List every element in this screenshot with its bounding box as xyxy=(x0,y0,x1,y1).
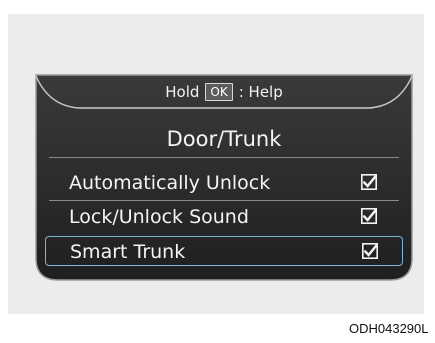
menu-item-automatically-unlock[interactable]: Automatically Unlock xyxy=(45,168,403,198)
ok-key-icon: OK xyxy=(205,83,233,101)
help-hint: Hold OK : Help xyxy=(35,82,413,102)
divider xyxy=(49,200,399,201)
hold-label: Hold xyxy=(165,83,200,101)
divider xyxy=(49,157,399,158)
menu-item-label: Smart Trunk xyxy=(70,241,186,263)
figure-code: ODH043290L xyxy=(349,321,429,336)
menu-item-lock-unlock-sound[interactable]: Lock/Unlock Sound xyxy=(45,202,403,232)
menu-item-smart-trunk[interactable]: Smart Trunk xyxy=(45,236,403,266)
menu-item-label: Automatically Unlock xyxy=(69,172,271,194)
menu-item-label: Lock/Unlock Sound xyxy=(69,206,249,228)
help-label: : Help xyxy=(238,83,283,101)
screen-title: Door/Trunk xyxy=(166,127,282,151)
checkbox-checked-icon[interactable] xyxy=(361,174,377,190)
cluster-display: Hold OK : Help Door/Trunk Automatically … xyxy=(35,74,413,281)
checkbox-checked-icon[interactable] xyxy=(361,208,377,224)
checkbox-checked-icon[interactable] xyxy=(362,243,378,259)
